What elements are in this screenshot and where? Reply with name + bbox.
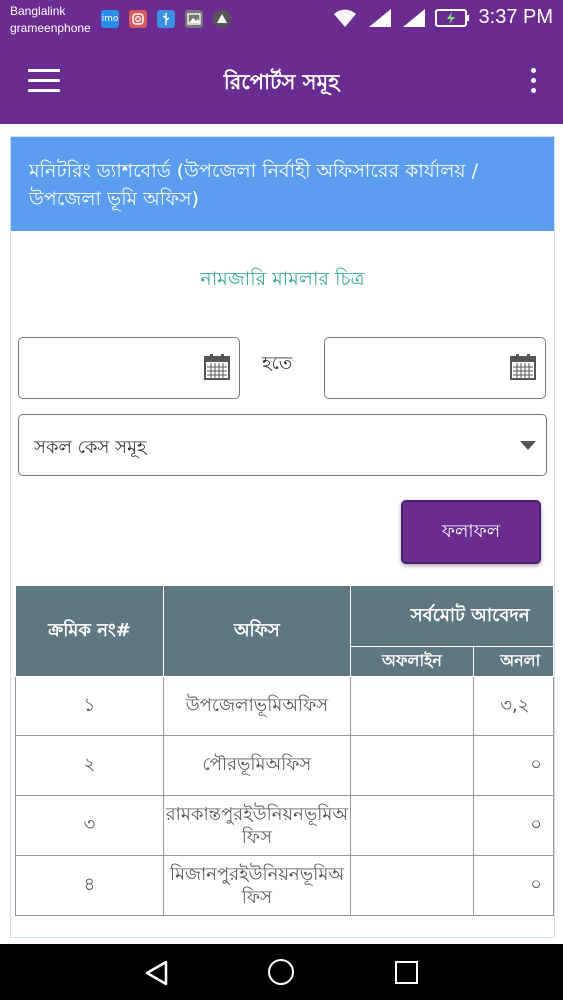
table-row: ২ পৌরভূমিঅফিস ০	[15, 735, 554, 796]
report-table: ক্রমিক নং# অফিস সর্বমোট আবেদন অফলাইন অনল…	[15, 585, 554, 916]
signal-icon	[368, 8, 391, 27]
carrier-info: Banglalink grameenphone	[10, 3, 91, 37]
column-header-total-applications: সর্বমোট আবেদন	[349, 585, 554, 647]
recents-icon[interactable]	[395, 961, 418, 984]
notification-icons: imo	[101, 10, 231, 28]
cell-offline	[349, 855, 475, 916]
cell-office: উপজেলাভূমিঅফিস	[162, 676, 351, 736]
back-icon[interactable]	[144, 960, 170, 986]
cell-online: ৩,২	[473, 676, 554, 736]
imo-icon: imo	[101, 10, 119, 28]
instagram-icon	[129, 10, 147, 28]
column-header-total-applications-text: সর্বমোট আবেদন	[410, 604, 530, 626]
cell-online: ০	[473, 855, 554, 916]
between-label: হতে	[262, 353, 293, 374]
home-icon[interactable]	[268, 959, 294, 985]
cell-office: মিজানপুরইউনিয়নভূমিঅফিস	[162, 855, 351, 916]
more-vertical-icon[interactable]	[529, 68, 537, 96]
to-date-field[interactable]	[324, 337, 546, 399]
from-date-field[interactable]	[18, 337, 240, 399]
system-nav-bar	[0, 944, 563, 1000]
cell-office: পৌরভূমিঅফিস	[162, 735, 351, 796]
calendar-icon[interactable]	[203, 353, 231, 381]
status-right-group: 3:37 PM	[331, 6, 553, 29]
signal-icon	[402, 8, 425, 27]
carrier-name-1: Banglalink	[10, 4, 66, 18]
result-button[interactable]: ফলাফল	[401, 500, 541, 564]
cell-offline	[349, 735, 475, 796]
status-time: 3:37 PM	[478, 6, 553, 28]
column-header-serial: ক্রমিক নং#	[15, 585, 164, 677]
drive-icon	[213, 10, 231, 28]
status-bar: Banglalink grameenphone imo 3:37 PM	[0, 0, 563, 40]
chart-title: নামজারি মামলার চিত্র	[200, 268, 365, 290]
cell-serial: ২	[15, 735, 164, 796]
carrier-name-2: grameenphone	[10, 21, 91, 35]
column-header-online: অনলা	[473, 646, 554, 677]
cell-office: রামকান্তপুরইউনিয়নভূমিঅফিস	[162, 795, 351, 856]
battery-charging-icon	[434, 8, 469, 27]
app-bar: রিপোর্টস সমূহ	[0, 40, 563, 124]
cell-online: ০	[473, 795, 554, 856]
wifi-icon	[333, 9, 356, 27]
dashboard-card: মনিটরিং ড্যাশবোর্ড (উপজেলা নির্বাহী অফিস…	[10, 136, 555, 938]
page-title: রিপোর্টস সমূহ	[223, 70, 340, 94]
dropdown-arrow-icon[interactable]	[520, 441, 536, 450]
cell-offline	[349, 795, 475, 856]
cell-serial: ৩	[15, 795, 164, 856]
column-header-office: অফিস	[162, 585, 351, 677]
table-row: ১ উপজেলাভূমিঅফিস ৩,২	[15, 676, 554, 736]
cell-serial: ১	[15, 676, 164, 736]
table-row: ৪ মিজানপুরইউনিয়নভূমিঅফিস ০	[15, 855, 554, 916]
card-header: মনিটরিং ড্যাশবোর্ড (উপজেলা নির্বাহী অফিস…	[11, 137, 554, 231]
gallery-icon	[185, 10, 203, 28]
case-type-select[interactable]: সকল কেস সমূহ	[18, 414, 547, 476]
calendar-icon[interactable]	[509, 353, 537, 381]
main-content: মনিটরিং ড্যাশবোর্ড (উপজেলা নির্বাহী অফিস…	[0, 124, 563, 944]
cell-online: ০	[473, 735, 554, 796]
table-row: ৩ রামকান্তপুরইউনিয়নভূমিঅফিস ০	[15, 795, 554, 856]
usb-icon	[157, 10, 175, 28]
column-header-offline: অফলাইন	[349, 646, 475, 677]
case-type-selected: সকল কেস সমূহ	[34, 437, 147, 458]
cell-serial: ৪	[15, 855, 164, 916]
cell-offline	[349, 676, 475, 736]
